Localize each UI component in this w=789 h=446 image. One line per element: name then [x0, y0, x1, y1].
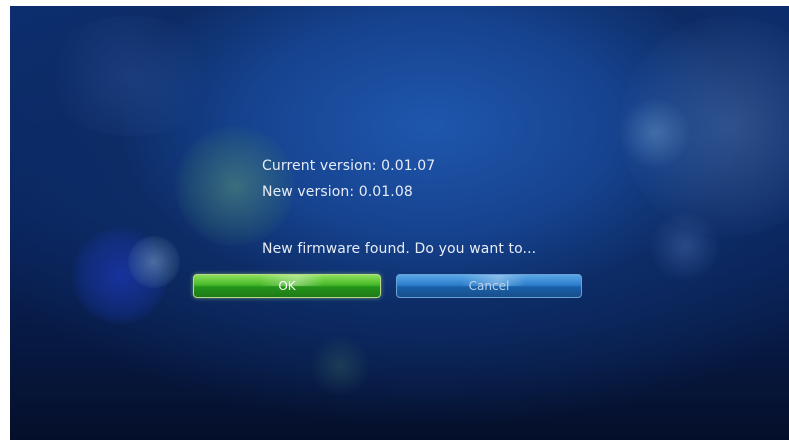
- background-bokeh: [40, 16, 220, 136]
- ok-button-label: OK: [278, 279, 296, 293]
- ok-button[interactable]: OK: [193, 274, 381, 298]
- firmware-prompt-text: New firmware found. Do you want to...: [262, 241, 537, 257]
- cancel-button[interactable]: Cancel: [396, 274, 582, 298]
- current-version-text: Current version: 0.01.07: [262, 158, 436, 174]
- new-version-text: New version: 0.01.08: [262, 184, 413, 200]
- background-bokeh: [620, 16, 789, 236]
- background-bokeh: [620, 98, 690, 168]
- background-bokeh: [650, 211, 720, 281]
- background-bokeh: [72, 228, 168, 324]
- background-bokeh: [310, 336, 370, 396]
- cancel-button-label: Cancel: [468, 279, 510, 293]
- firmware-update-screen: Current version: 0.01.07 New version: 0.…: [10, 6, 789, 440]
- screen-frame: Current version: 0.01.07 New version: 0.…: [0, 0, 789, 446]
- background-bokeh: [128, 236, 180, 288]
